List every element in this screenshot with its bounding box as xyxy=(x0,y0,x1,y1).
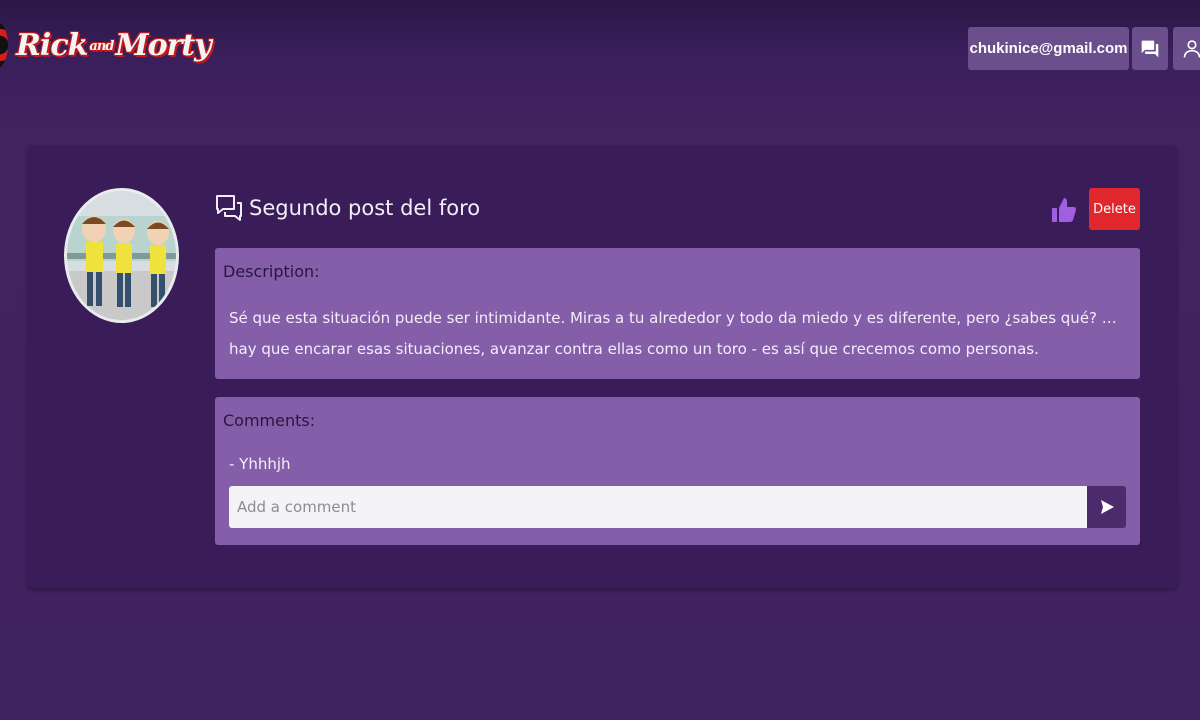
description-panel: Description: Sé que esta situación puede… xyxy=(215,248,1140,379)
rick-and-morty-logo[interactable]: Rick andMorty xyxy=(0,22,212,68)
forum-icon xyxy=(1141,40,1159,57)
avatar-image xyxy=(67,191,176,320)
comments-panel: Comments: - Yhhhjh xyxy=(215,397,1140,545)
post-title: Segundo post del foro xyxy=(249,196,481,220)
comments-label: Comments: xyxy=(223,411,316,430)
description-label: Description: xyxy=(223,262,320,281)
thumbs-up-icon[interactable] xyxy=(1051,196,1077,224)
user-icon xyxy=(1183,39,1200,57)
top-header: Rick andMorty chukinice@gmail.com xyxy=(0,0,1200,96)
logo-text: Rick andMorty xyxy=(16,27,212,63)
post-avatar xyxy=(64,188,179,323)
description-text: Sé que esta situación puede ser intimida… xyxy=(229,309,1117,358)
forum-button[interactable] xyxy=(1132,27,1168,70)
forum-outline-icon xyxy=(216,195,242,221)
send-comment-button[interactable] xyxy=(1087,486,1126,528)
list-item: - Yhhhjh xyxy=(229,455,291,473)
post-card: Segundo post del foro Delete Description… xyxy=(28,146,1177,588)
profile-button[interactable] xyxy=(1173,27,1200,70)
comment-input[interactable] xyxy=(229,486,1087,528)
portal-icon xyxy=(0,22,8,68)
send-icon xyxy=(1100,500,1114,514)
delete-button[interactable]: Delete xyxy=(1089,188,1140,230)
post-header: Segundo post del foro Delete xyxy=(215,188,1140,233)
user-email-button[interactable]: chukinice@gmail.com xyxy=(968,27,1129,70)
